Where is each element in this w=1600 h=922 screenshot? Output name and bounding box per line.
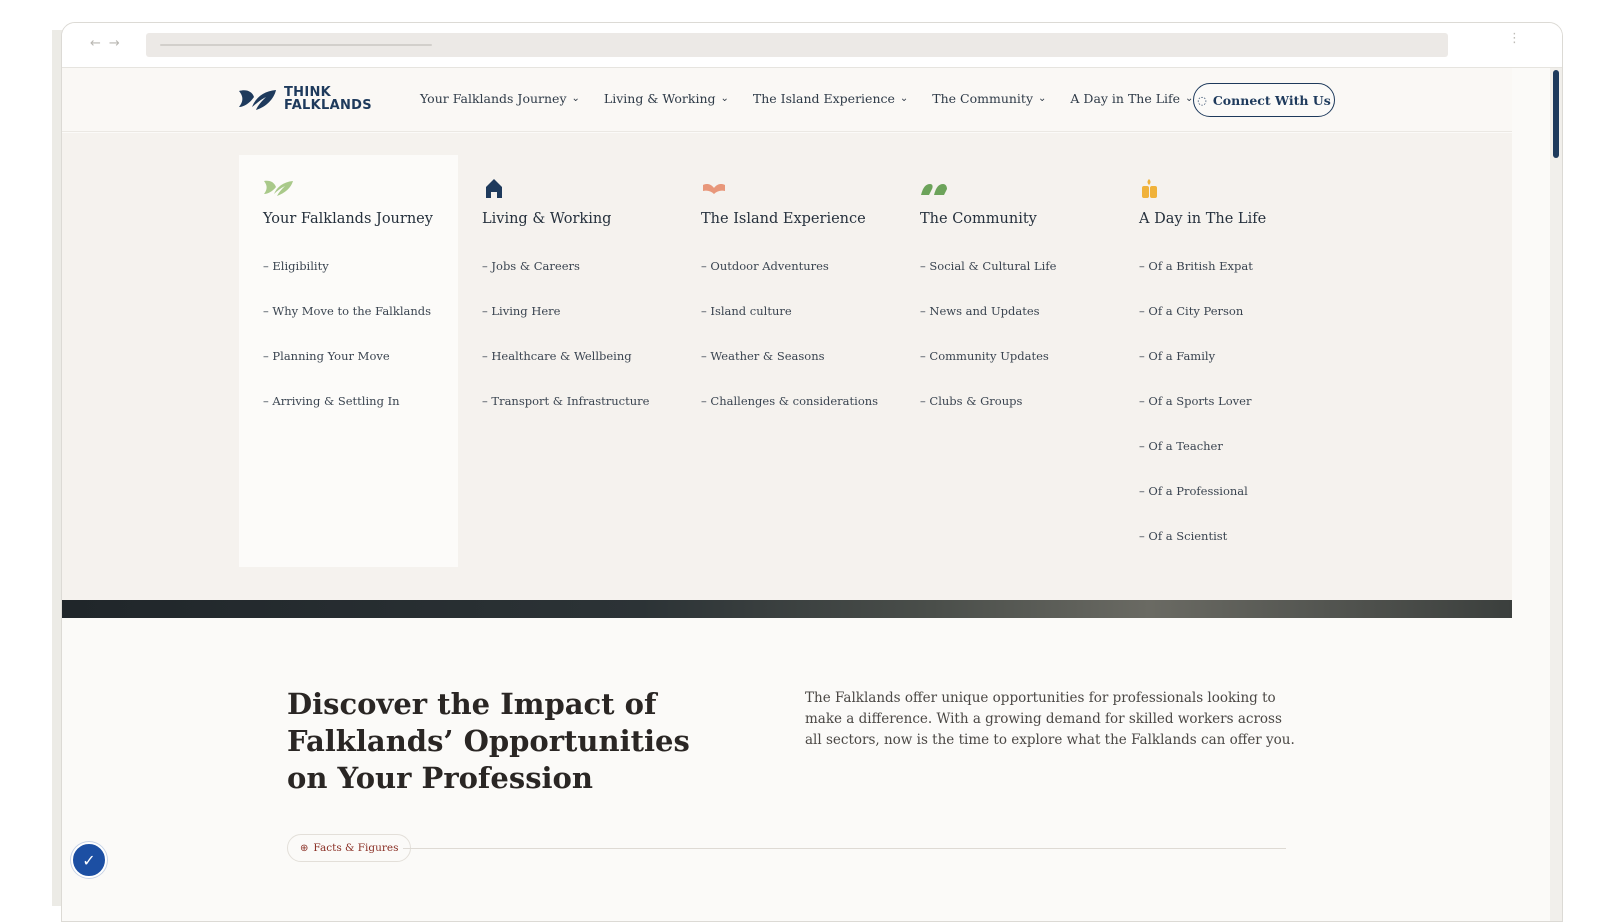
logo-text: THINK FALKLANDS <box>284 86 372 112</box>
mega-link[interactable]: – Weather & Seasons <box>701 349 878 394</box>
nav-item-day-in-life[interactable]: A Day in The Life ⌄ <box>1070 91 1193 106</box>
people-icon <box>921 184 947 195</box>
mega-column-title[interactable]: Living & Working <box>482 211 611 227</box>
mega-link[interactable]: – Of a Family <box>1139 349 1253 394</box>
section-headline: Discover the Impact of Falklands’ Opport… <box>287 687 690 795</box>
mega-link[interactable]: – Why Move to the Falklands <box>263 304 431 349</box>
mega-column-title[interactable]: The Community <box>920 211 1037 227</box>
leaf-icon <box>264 180 293 196</box>
nav-item-living-working[interactable]: Living & Working ⌄ <box>604 91 729 106</box>
chevron-down-icon: ⌄ <box>899 93 909 104</box>
mega-link[interactable]: – Of a British Expat <box>1139 259 1253 304</box>
logo-mark-icon <box>239 90 276 110</box>
main-nav: Your Falklands Journey ⌄ Living & Workin… <box>420 91 1217 106</box>
nav-label: Living & Working <box>603 91 716 106</box>
section-divider <box>403 848 1286 849</box>
site-header: THINK FALKLANDS Your Falklands Journey ⌄… <box>62 68 1512 132</box>
badge-label: Facts & Figures <box>313 842 399 854</box>
nav-item-island-experience[interactable]: The Island Experience ⌄ <box>753 91 908 106</box>
content-section: Discover the Impact of Falklands’ Opport… <box>62 618 1512 921</box>
mega-link[interactable]: – Community Updates <box>920 349 1056 394</box>
address-placeholder-line <box>160 44 432 46</box>
mega-column-title[interactable]: Your Falklands Journey <box>263 211 433 227</box>
mega-link[interactable]: – Healthcare & Wellbeing <box>482 349 649 394</box>
mega-link[interactable]: – Challenges & considerations <box>701 394 878 439</box>
browser-nav: ← → <box>90 36 120 51</box>
mega-column-falklands-journey: Your Falklands Journey – Eligibility – W… <box>239 155 458 567</box>
mega-link[interactable]: – Island culture <box>701 304 878 349</box>
mega-menu: Your Falklands Journey – Eligibility – W… <box>62 133 1512 600</box>
mega-link[interactable]: – Outdoor Adventures <box>701 259 878 304</box>
book-icon <box>703 184 725 194</box>
accessibility-icon: ✓ <box>82 850 96 870</box>
nav-label: The Island Experience <box>752 91 895 106</box>
address-bar[interactable] <box>146 33 1448 57</box>
scrollbar-thumb[interactable] <box>1553 70 1559 158</box>
mega-link[interactable]: – News and Updates <box>920 304 1056 349</box>
mega-link[interactable]: – Planning Your Move <box>263 349 431 394</box>
mega-link[interactable]: – Eligibility <box>263 259 431 304</box>
mega-column-title[interactable]: A Day in The Life <box>1139 211 1266 227</box>
mega-link[interactable]: – Arriving & Settling In <box>263 394 431 439</box>
mega-column-links: – Of a British Expat – Of a City Person … <box>1139 259 1253 574</box>
accessibility-widget-button[interactable]: ✓ <box>71 842 107 878</box>
nav-item-falklands-journey[interactable]: Your Falklands Journey ⌄ <box>420 91 580 106</box>
back-arrow-icon[interactable]: ← <box>90 36 101 51</box>
mega-column-title[interactable]: The Island Experience <box>701 211 866 227</box>
mega-link[interactable]: – Of a Professional <box>1139 484 1253 529</box>
mega-link[interactable]: – Of a Teacher <box>1139 439 1253 484</box>
forward-arrow-icon[interactable]: → <box>109 36 120 51</box>
browser-window: ← → ⋮ THINK FALKLANDS Your Falklands Jou… <box>61 22 1563 922</box>
mega-link[interactable]: – Clubs & Groups <box>920 394 1056 439</box>
chevron-down-icon: ⌄ <box>571 93 580 104</box>
mega-column-links: – Outdoor Adventures – Island culture – … <box>701 259 878 439</box>
mega-link[interactable]: – Of a City Person <box>1139 304 1253 349</box>
nav-item-community[interactable]: The Community ⌄ <box>932 91 1046 106</box>
mega-link[interactable]: – Living Here <box>482 304 649 349</box>
browser-menu-icon[interactable]: ⋮ <box>1508 32 1521 45</box>
chat-bubble-icon: ◌ <box>1197 93 1207 107</box>
section-intro: The Falklands offer unique opportunities… <box>805 690 1295 748</box>
nav-label: Your Falklands Journey <box>420 91 567 106</box>
hero-image-strip <box>62 600 1512 618</box>
connect-button-label: Connect With Us <box>1212 92 1331 108</box>
house-icon <box>486 179 502 198</box>
nav-label: The Community <box>932 91 1034 106</box>
logo-line-2: FALKLANDS <box>284 98 372 113</box>
mega-column-links: – Jobs & Careers – Living Here – Healthc… <box>482 259 649 439</box>
sun-icon <box>1142 179 1157 198</box>
browser-toolbar: ← → ⋮ <box>62 23 1562 68</box>
mega-link[interactable]: – Of a Scientist <box>1139 529 1253 574</box>
facts-figures-badge: ⊕ Facts & Figures <box>287 834 412 862</box>
mega-link[interactable]: – Jobs & Careers <box>482 259 649 304</box>
site-logo[interactable]: THINK FALKLANDS <box>238 86 372 112</box>
page-scrollbar[interactable] <box>1550 68 1562 921</box>
mega-link[interactable]: – Transport & Infrastructure <box>482 394 649 439</box>
mega-link[interactable]: – Of a Sports Lover <box>1139 394 1253 439</box>
chevron-down-icon: ⌄ <box>1038 93 1047 104</box>
mega-link[interactable]: – Social & Cultural Life <box>920 259 1056 304</box>
nav-label: A Day in The Life <box>1070 91 1181 106</box>
mega-column-links: – Eligibility – Why Move to the Falkland… <box>263 259 431 439</box>
chevron-down-icon: ⌄ <box>720 93 729 104</box>
globe-icon: ⊕ <box>300 842 309 854</box>
mega-column-links: – Social & Cultural Life – News and Upda… <box>920 259 1056 439</box>
connect-button[interactable]: ◌ Connect With Us <box>1193 83 1335 117</box>
